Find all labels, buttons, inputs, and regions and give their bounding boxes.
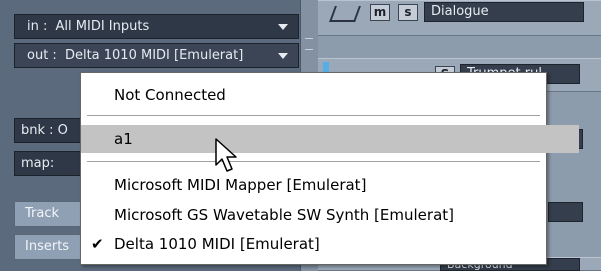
menu-separator xyxy=(87,115,540,117)
dropdown-arrow-icon xyxy=(278,24,288,30)
map-label: map: xyxy=(21,156,55,171)
track-name-dialogue[interactable]: Dialogue xyxy=(424,2,584,22)
bnk-label: bnk : O xyxy=(21,123,68,138)
midi-input-select[interactable]: in : All MIDI Inputs xyxy=(14,14,299,39)
menu-item-delta-1010[interactable]: ✔ Delta 1010 MIDI [Emulerat] xyxy=(81,232,579,256)
menu-item-ms-gs-wavetable[interactable]: Microsoft GS Wavetable SW Synth [Emulera… xyxy=(81,203,579,227)
in-label: in : xyxy=(27,19,48,34)
menu-item-ms-midi-mapper[interactable]: Microsoft MIDI Mapper [Emulerat] xyxy=(81,173,579,197)
bank-select[interactable]: bnk : O xyxy=(14,118,84,143)
menu-separator xyxy=(87,161,540,163)
midi-output-popup-menu: Not Connected a1 Microsoft MIDI Mapper [… xyxy=(80,72,579,265)
out-label: out : xyxy=(27,48,57,63)
inserts-section-label: Inserts xyxy=(25,239,70,254)
mouse-pointer-icon xyxy=(215,138,237,172)
midi-output-select[interactable]: out : Delta 1010 MIDI [Emulerat] xyxy=(14,43,299,68)
dropdown-arrow-icon xyxy=(278,53,288,59)
track-section-label: Track xyxy=(25,206,60,221)
checkmark-icon: ✔ xyxy=(91,235,104,253)
divider-grip-icon xyxy=(305,38,313,50)
solo-button[interactable]: s xyxy=(398,4,418,21)
menu-item-delta-1010-label: Delta 1010 MIDI [Emulerat] xyxy=(114,235,320,253)
menu-item-not-connected[interactable]: Not Connected xyxy=(81,83,579,107)
menu-item-a1[interactable]: a1 xyxy=(81,125,579,153)
map-select[interactable]: map: xyxy=(14,151,84,176)
mute-button[interactable]: m xyxy=(370,4,390,21)
out-value: Delta 1010 MIDI [Emulerat] xyxy=(64,48,244,63)
in-value: All MIDI Inputs xyxy=(55,19,150,34)
